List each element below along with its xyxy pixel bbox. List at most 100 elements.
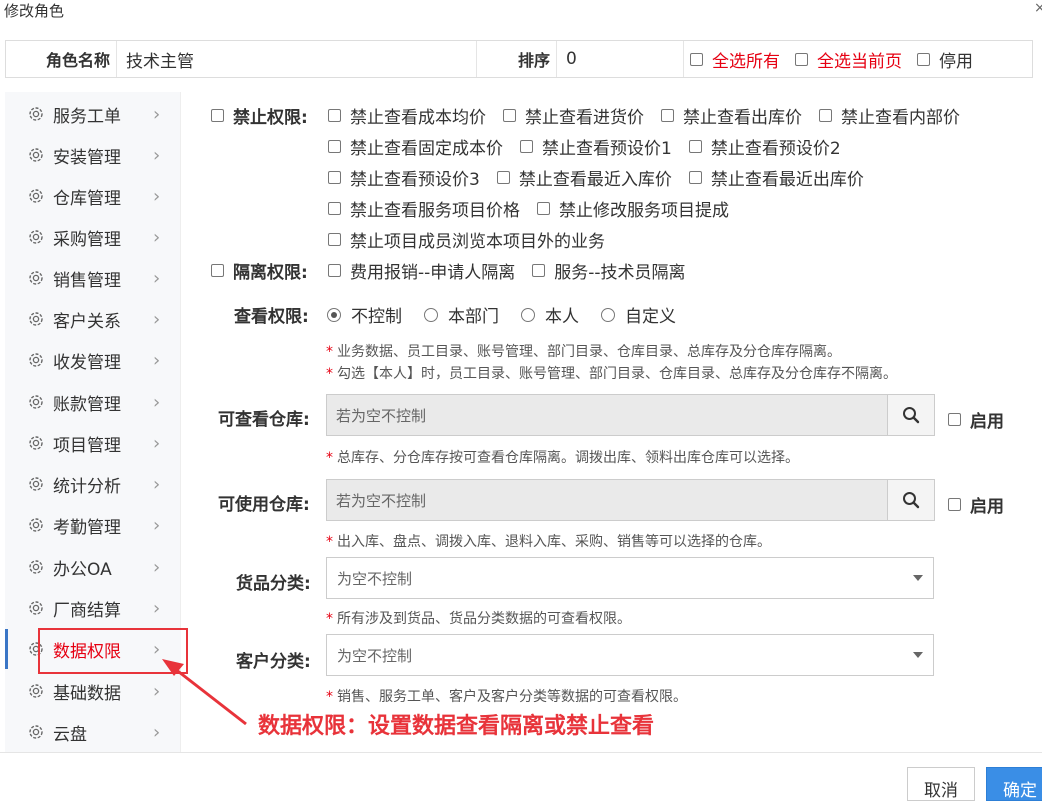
- view-permission-label: 查看权限:: [234, 307, 309, 327]
- view-warehouse-label: 可查看仓库:: [218, 410, 310, 430]
- sidebar-item-label: 收发管理: [53, 352, 121, 373]
- sidebar-item-vendor-settlement[interactable]: 厂商结算 ›: [5, 588, 181, 628]
- prohibit-option[interactable]: 禁止查看出库价: [661, 103, 802, 128]
- chevron-right-icon: ›: [153, 226, 161, 248]
- use-warehouse-search-button[interactable]: [887, 480, 934, 520]
- gear-icon: [29, 395, 43, 409]
- select-page-checkbox[interactable]: 全选当前页: [795, 47, 902, 72]
- prohibit-option[interactable]: 禁止查看固定成本价: [328, 134, 503, 159]
- chevron-right-icon: ›: [153, 308, 161, 330]
- sidebar-item-shipping[interactable]: 收发管理 ›: [5, 340, 181, 380]
- checkbox-icon: [328, 264, 341, 277]
- sort-value: 0: [566, 49, 577, 69]
- view-note-1: * 业务数据、员工目录、账号管理、部门目录、仓库目录、总库存及分仓库存隔离。: [326, 344, 841, 360]
- isolate-option[interactable]: 服务--技术员隔离: [532, 258, 686, 283]
- sidebar-item-basic-data[interactable]: 基础数据 ›: [5, 671, 181, 711]
- sidebar-item-sales[interactable]: 销售管理 ›: [5, 258, 181, 298]
- checkbox-icon: [688, 140, 702, 153]
- dialog-footer: 取消 确定: [0, 752, 1042, 801]
- sort-label: 排序: [517, 51, 550, 70]
- view-warehouse-enable-checkbox[interactable]: 启用: [948, 407, 1004, 432]
- permission-content: 禁止权限: 禁止查看成本均价 禁止查看进货价 禁止查看出库价 禁止查看内部价 禁…: [182, 92, 1042, 752]
- role-name-input[interactable]: 技术主管: [117, 41, 477, 77]
- sort-input[interactable]: 0: [557, 41, 684, 77]
- checkbox-icon: [328, 109, 341, 122]
- goods-category-label: 货品分类:: [236, 574, 311, 594]
- prohibit-master-checkbox[interactable]: 禁止权限:: [211, 103, 308, 128]
- prohibit-option[interactable]: 禁止查看成本均价: [328, 103, 486, 128]
- gear-icon: [29, 436, 43, 450]
- checkbox-icon: [532, 264, 546, 277]
- sidebar-item-warehouse[interactable]: 仓库管理 ›: [5, 176, 181, 216]
- sidebar-item-label: 云盘: [53, 724, 87, 745]
- goods-category-note: * 所有涉及到货品、货品分类数据的可查看权限。: [326, 611, 631, 627]
- view-radio-custom[interactable]: 自定义: [601, 302, 676, 327]
- goods-category-select[interactable]: 为空不控制: [326, 557, 934, 599]
- checkbox-icon: [211, 109, 224, 122]
- dialog-title: 修改角色: [4, 2, 65, 20]
- gear-icon: [29, 601, 43, 615]
- chevron-right-icon: ›: [153, 473, 161, 495]
- checkbox-icon: [328, 233, 341, 246]
- sidebar-item-label: 项目管理: [53, 435, 121, 456]
- gear-icon: [29, 725, 43, 739]
- prohibit-option[interactable]: 禁止修改服务项目提成: [537, 196, 729, 221]
- gear-icon: [29, 189, 43, 203]
- search-icon: [903, 492, 920, 509]
- isolate-master-checkbox[interactable]: 隔离权限:: [211, 258, 308, 283]
- checkbox-icon: [690, 52, 703, 66]
- sidebar-item-customer[interactable]: 客户关系 ›: [5, 299, 181, 339]
- prohibit-option[interactable]: 禁止查看进货价: [503, 103, 644, 128]
- sidebar-item-statistics[interactable]: 统计分析 ›: [5, 464, 181, 504]
- sidebar-item-label: 安装管理: [53, 147, 121, 168]
- view-radio-department[interactable]: 本部门: [424, 302, 499, 327]
- sidebar-item-label: 服务工单: [53, 106, 121, 127]
- checkbox-icon: [328, 140, 341, 153]
- gear-icon: [29, 107, 43, 121]
- gear-icon: [29, 230, 43, 244]
- chevron-right-icon: ›: [153, 432, 161, 454]
- sidebar-item-accounts[interactable]: 账款管理 ›: [5, 382, 181, 422]
- sidebar-item-label: 考勤管理: [53, 517, 121, 538]
- use-warehouse-enable-checkbox[interactable]: 启用: [948, 492, 1004, 517]
- disable-checkbox[interactable]: 停用: [917, 47, 973, 72]
- chevron-right-icon: ›: [153, 721, 161, 743]
- view-warehouse-search-button[interactable]: [887, 395, 934, 435]
- cancel-button[interactable]: 取消: [907, 767, 975, 801]
- role-header-row: 角色名称 技术主管 排序 0 全选所有 全选当前页 停用: [5, 40, 1033, 78]
- prohibit-option[interactable]: 禁止查看预设价3: [328, 165, 480, 190]
- sidebar-item-install[interactable]: 安装管理 ›: [5, 135, 181, 175]
- use-warehouse-input[interactable]: 若为空不控制: [326, 479, 935, 521]
- prohibit-option[interactable]: 禁止查看服务项目价格: [328, 196, 520, 221]
- close-icon[interactable]: ×: [1034, 0, 1042, 16]
- prohibit-option[interactable]: 禁止查看预设价2: [688, 134, 841, 159]
- sidebar-item-cloud-drive[interactable]: 云盘 ›: [5, 712, 181, 752]
- sidebar-item-service-order[interactable]: 服务工单 ›: [5, 94, 181, 134]
- search-icon: [903, 407, 920, 424]
- checkbox-icon: [537, 202, 550, 215]
- checkbox-icon: [328, 171, 341, 184]
- ok-button[interactable]: 确定: [986, 767, 1042, 801]
- sidebar-item-purchase[interactable]: 采购管理 ›: [5, 217, 181, 257]
- select-all-checkbox[interactable]: 全选所有: [690, 47, 780, 72]
- view-radio-self[interactable]: 本人: [521, 302, 579, 327]
- prohibit-option[interactable]: 禁止查看内部价: [819, 103, 960, 128]
- customer-category-select[interactable]: 为空不控制: [326, 634, 934, 676]
- isolate-option[interactable]: 费用报销--申请人隔离: [328, 258, 515, 283]
- prohibit-option[interactable]: 禁止项目成员浏览本项目外的业务: [328, 227, 605, 252]
- sidebar-item-office-oa[interactable]: 办公OA ›: [5, 547, 181, 587]
- sidebar-item-project[interactable]: 项目管理 ›: [5, 423, 181, 463]
- sidebar-item-attendance[interactable]: 考勤管理 ›: [5, 505, 181, 545]
- sidebar-item-label: 客户关系: [53, 311, 121, 332]
- gear-icon: [29, 353, 43, 367]
- prohibit-option[interactable]: 禁止查看预设价1: [520, 134, 672, 159]
- chevron-right-icon: ›: [153, 597, 161, 619]
- gear-icon: [29, 271, 43, 285]
- chevron-right-icon: ›: [153, 349, 161, 371]
- view-warehouse-input[interactable]: 若为空不控制: [326, 394, 935, 436]
- view-radio-none[interactable]: 不控制: [327, 302, 402, 327]
- prohibit-option[interactable]: 禁止查看最近入库价: [496, 165, 672, 190]
- radio-icon: [521, 307, 535, 322]
- checkbox-icon: [917, 52, 930, 66]
- prohibit-option[interactable]: 禁止查看最近出库价: [688, 165, 864, 190]
